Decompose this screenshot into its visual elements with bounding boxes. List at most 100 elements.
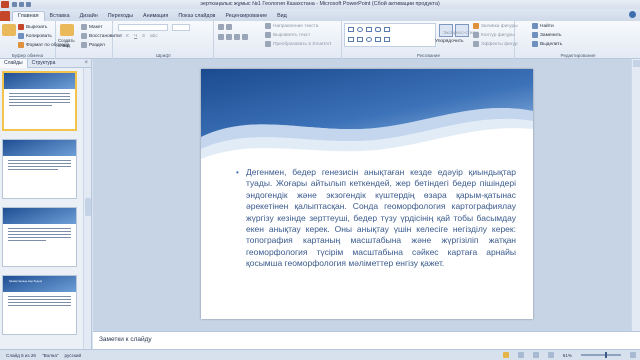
binoculars-icon — [532, 23, 538, 29]
scissors-icon — [18, 24, 24, 30]
bullet-icon: • — [236, 168, 239, 177]
slide-editor: • Дегенмен, бедер генезисін анықтаған ке… — [93, 59, 640, 331]
tab-animations[interactable]: Анимация — [138, 13, 173, 21]
star-shape-icon[interactable] — [357, 37, 363, 42]
new-slide-icon[interactable] — [60, 24, 74, 36]
font-name-box[interactable] — [118, 24, 168, 31]
shadow-button[interactable]: abc — [150, 34, 158, 39]
drawing-group: Упорядочить Экспресс-стили Заливка фигур… — [343, 21, 518, 59]
justify-icon — [242, 34, 248, 40]
section-icon — [81, 42, 87, 48]
underline-button[interactable]: Ч — [134, 34, 137, 39]
slide-thumbnail-8[interactable]: Қазақстанның жер бедері — [2, 275, 77, 335]
outline-pen-icon — [473, 32, 479, 38]
font-group-label: Шрифт — [155, 53, 172, 58]
align-left-icon — [218, 34, 224, 40]
slide-body-content: Дегенмен, бедер генезисін анықтаған кезд… — [246, 167, 516, 269]
text-direction-icon — [265, 23, 271, 29]
new-slide-button[interactable]: Создать слайд — [58, 38, 78, 48]
fit-to-window-icon[interactable] — [630, 352, 636, 358]
circle-shape-icon[interactable] — [366, 37, 372, 42]
select-button[interactable]: Выделить — [532, 41, 562, 47]
effects-icon — [473, 41, 479, 47]
language-indicator[interactable]: русский — [65, 353, 81, 358]
slide-thumbnail-5[interactable] — [2, 71, 77, 131]
paste-icon[interactable] — [2, 24, 16, 36]
layout-button[interactable]: Макет — [81, 24, 103, 30]
zoom-slider[interactable] — [581, 352, 621, 358]
numbering-icon — [226, 24, 232, 30]
arrow-shape-icon[interactable] — [348, 37, 354, 42]
reading-view-icon[interactable] — [532, 352, 539, 358]
thumb-header — [3, 140, 76, 156]
shape-fill-button[interactable]: Заливка фигуры — [473, 23, 518, 29]
bracket-shape-icon[interactable] — [375, 37, 381, 42]
replace-icon — [532, 32, 538, 38]
help-icon[interactable] — [629, 11, 636, 18]
tab-review[interactable]: Рецензирование — [220, 13, 272, 21]
thumb-text-lines — [4, 89, 75, 112]
tab-slideshow[interactable]: Показ слайдов — [173, 13, 220, 21]
align-buttons[interactable] — [218, 34, 248, 40]
zoom-level[interactable]: 61% — [563, 353, 572, 358]
scroll-up-icon[interactable] — [632, 60, 640, 67]
scrollbar-thumb[interactable] — [85, 198, 91, 216]
clipboard-group: Вырезать Копировать Формат по образцу Бу… — [0, 21, 69, 59]
tab-view[interactable]: Вид — [272, 13, 292, 21]
file-tab[interactable] — [0, 11, 10, 21]
editor-vertical-scrollbar[interactable] — [631, 59, 640, 331]
tab-design[interactable]: Дизайн — [75, 13, 103, 21]
close-icon[interactable]: × — [84, 60, 88, 66]
slide-thumbnail-6[interactable] — [2, 139, 77, 199]
bullets-button[interactable] — [218, 24, 232, 30]
slides-panel-tabs: Слайды Структура × — [0, 58, 91, 68]
strikethrough-button[interactable]: S — [142, 34, 145, 39]
triangle-shape-icon[interactable] — [375, 27, 381, 32]
tab-outline[interactable]: Структура — [28, 59, 60, 68]
slide-sorter-icon[interactable] — [517, 352, 524, 358]
align-text-button[interactable]: Выровнять текст — [265, 32, 310, 38]
ribbon: Вырезать Копировать Формат по образцу Бу… — [0, 21, 640, 59]
tab-transitions[interactable]: Переходы — [103, 13, 138, 21]
tab-home[interactable]: Главная — [12, 11, 45, 21]
shape-effects-button[interactable]: Эффекты фигур — [473, 41, 518, 47]
arrange-button[interactable]: Упорядочить — [435, 39, 464, 44]
oval-shape-icon[interactable] — [357, 27, 363, 32]
fill-bucket-icon — [473, 23, 479, 29]
shapes-gallery[interactable] — [344, 23, 436, 47]
ribbon-tabs: Главная Вставка Дизайн Переходы Анимация… — [0, 9, 640, 21]
font-size-box[interactable] — [172, 24, 190, 31]
italic-button[interactable]: К — [126, 34, 129, 39]
bold-button[interactable]: Ж — [118, 34, 122, 39]
normal-view-icon[interactable] — [502, 352, 509, 358]
shape-outline-button[interactable]: Контур фигуры — [473, 32, 515, 38]
callout-shape-icon[interactable] — [384, 37, 390, 42]
copy-button[interactable]: Копировать — [18, 33, 52, 39]
slides-group: Создать слайд Макет Восстановить Раздел — [57, 21, 120, 59]
notes-placeholder: Заметки к слайду — [99, 336, 152, 343]
section-button[interactable]: Раздел — [81, 42, 105, 48]
align-center-icon — [226, 34, 232, 40]
tab-slides[interactable]: Слайды — [0, 58, 28, 68]
rounded-rect-shape-icon[interactable] — [366, 27, 372, 32]
view-controls: 61% — [497, 352, 636, 358]
rectangle-shape-icon[interactable] — [348, 27, 354, 32]
text-direction-button[interactable]: Направление текста — [265, 23, 318, 29]
copy-icon — [18, 33, 24, 39]
thumb-header — [3, 208, 76, 224]
find-button[interactable]: Найти — [532, 23, 554, 29]
current-slide[interactable]: • Дегенмен, бедер генезисін анықтаған ке… — [201, 69, 533, 319]
slides-panel: Слайды Структура × Қазақстанның жер беде… — [0, 58, 92, 349]
tab-insert[interactable]: Вставка — [45, 13, 75, 21]
cut-button[interactable]: Вырезать — [18, 24, 47, 30]
smartart-button[interactable]: Преобразовать в SmartArt — [265, 41, 331, 47]
drawing-group-label: Рисование — [416, 53, 441, 58]
slides-panel-scrollbar[interactable] — [83, 68, 91, 349]
slide-body-text[interactable]: • Дегенмен, бедер генезисін анықтаған ке… — [236, 167, 516, 270]
slideshow-view-icon[interactable] — [547, 352, 554, 358]
replace-button[interactable]: Заменить — [532, 32, 562, 38]
notes-pane[interactable]: Заметки к слайду — [93, 331, 640, 349]
slide-thumbnail-7[interactable] — [2, 207, 77, 267]
bullets-icon — [218, 24, 224, 30]
line-shape-icon[interactable] — [384, 27, 390, 32]
